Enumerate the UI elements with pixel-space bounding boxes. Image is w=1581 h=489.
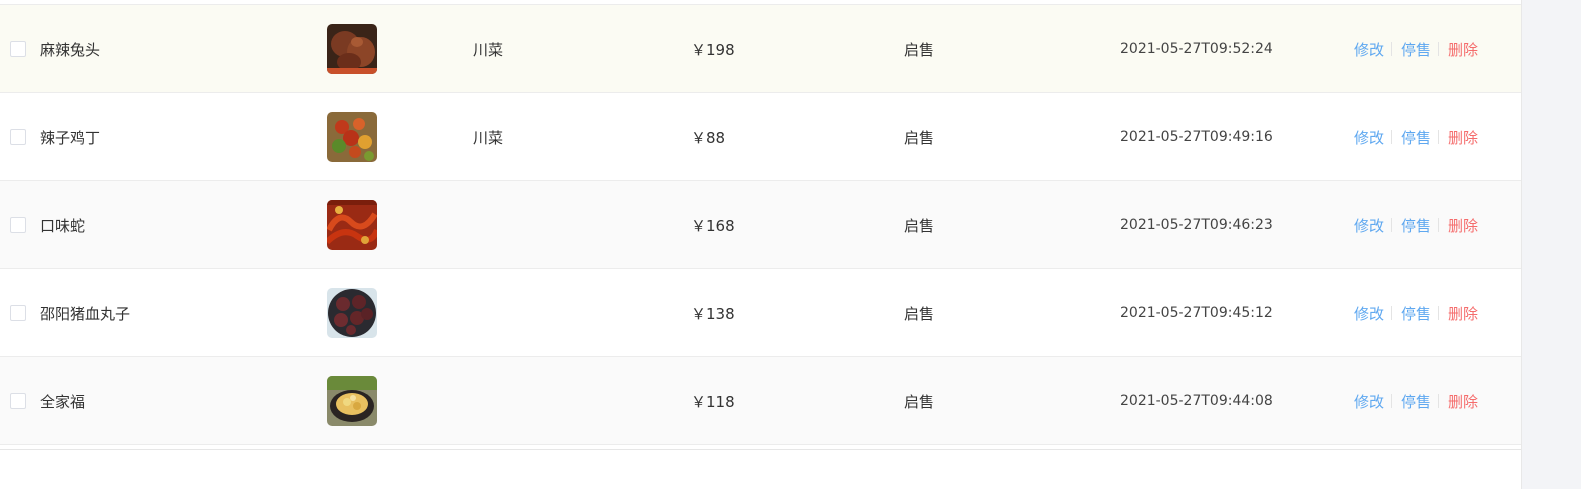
delete-button[interactable]: 删除 (1448, 391, 1478, 412)
row-checkbox[interactable] (10, 393, 26, 409)
action-divider (1391, 218, 1393, 232)
dish-name: 邵阳猪血丸子 (40, 304, 131, 323)
update-time: 2021-05-27T09:44:08 (1120, 393, 1273, 409)
dish-name: 麻辣兔头 (40, 40, 101, 59)
page-background-strip (1521, 0, 1581, 489)
dish-price: ￥168 (691, 216, 735, 235)
edit-button[interactable]: 修改 (1354, 215, 1384, 236)
stop-sale-button[interactable]: 停售 (1401, 391, 1431, 412)
delete-button[interactable]: 删除 (1448, 127, 1478, 148)
update-time: 2021-05-27T09:52:24 (1120, 41, 1273, 57)
sale-status: 启售 (904, 216, 935, 235)
action-divider (1438, 394, 1440, 408)
stop-sale-button[interactable]: 停售 (1401, 215, 1431, 236)
action-divider (1438, 218, 1440, 232)
dish-image[interactable] (327, 112, 377, 162)
dish-price: ￥198 (691, 40, 735, 59)
table-row[interactable]: 口味蛇 ￥168 启售 2021-05-27T09:46:23 修改 停售 删除 (0, 181, 1521, 269)
stop-sale-button[interactable]: 停售 (1401, 127, 1431, 148)
delete-button[interactable]: 删除 (1448, 39, 1478, 60)
table-row[interactable]: 邵阳猪血丸子 ￥138 启售 2021-05-27T09:45:12 修改 停售… (0, 269, 1521, 357)
dish-price: ￥88 (691, 128, 726, 147)
dish-name: 口味蛇 (40, 216, 86, 235)
edit-button[interactable]: 修改 (1354, 391, 1384, 412)
action-divider (1391, 42, 1393, 56)
dish-category: 川菜 (473, 128, 504, 147)
update-time: 2021-05-27T09:45:12 (1120, 305, 1273, 321)
delete-button[interactable]: 删除 (1448, 303, 1478, 324)
table-row[interactable]: 全家福 ￥118 启售 2021-05-27T09:44:08 修改 停售 删除 (0, 357, 1521, 445)
sale-status: 启售 (904, 128, 935, 147)
action-divider (1438, 130, 1440, 144)
dish-image[interactable] (327, 200, 377, 250)
row-checkbox[interactable] (10, 217, 26, 233)
dish-image[interactable] (327, 288, 377, 338)
row-checkbox[interactable] (10, 129, 26, 145)
action-divider (1391, 306, 1393, 320)
table-row[interactable]: 辣子鸡丁 川菜 ￥88 启售 2021-05-27T09:49:16 修改 停售… (0, 93, 1521, 181)
edit-button[interactable]: 修改 (1354, 303, 1384, 324)
dish-name: 辣子鸡丁 (40, 128, 101, 147)
dish-table: 麻辣兔头 川菜 ￥198 启售 2021-05-27T09:52:24 修改 停… (0, 0, 1521, 450)
stop-sale-button[interactable]: 停售 (1401, 39, 1431, 60)
action-divider (1438, 306, 1440, 320)
update-time: 2021-05-27T09:46:23 (1120, 217, 1273, 233)
sale-status: 启售 (904, 392, 935, 411)
sale-status: 启售 (904, 40, 935, 59)
table-row[interactable]: 麻辣兔头 川菜 ￥198 启售 2021-05-27T09:52:24 修改 停… (0, 5, 1521, 93)
update-time: 2021-05-27T09:49:16 (1120, 129, 1273, 145)
row-checkbox[interactable] (10, 305, 26, 321)
edit-button[interactable]: 修改 (1354, 127, 1384, 148)
dish-name: 全家福 (40, 392, 86, 411)
action-divider (1391, 394, 1393, 408)
dish-price: ￥138 (691, 304, 735, 323)
sale-status: 启售 (904, 304, 935, 323)
action-divider (1391, 130, 1393, 144)
edit-button[interactable]: 修改 (1354, 39, 1384, 60)
dish-price: ￥118 (691, 392, 735, 411)
dish-image[interactable] (327, 24, 377, 74)
action-divider (1438, 42, 1440, 56)
delete-button[interactable]: 删除 (1448, 215, 1478, 236)
row-checkbox[interactable] (10, 41, 26, 57)
stop-sale-button[interactable]: 停售 (1401, 303, 1431, 324)
dish-image[interactable] (327, 376, 377, 426)
dish-category: 川菜 (473, 40, 504, 59)
